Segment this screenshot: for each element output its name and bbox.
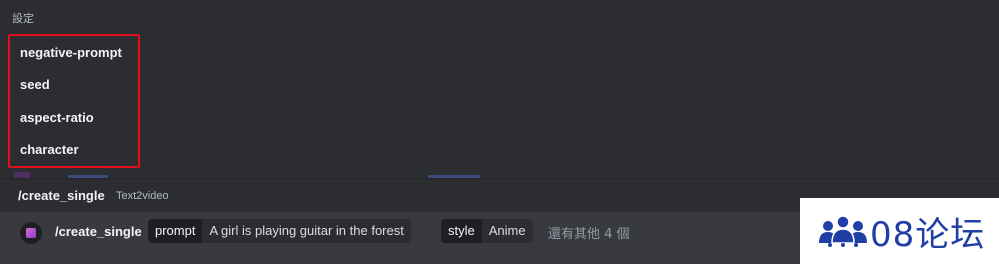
- autocomplete-popup: 設定 negative-prompt seed aspect-ratio cha…: [0, 0, 999, 172]
- section-label: 設定: [12, 12, 34, 25]
- command-text: /create_single: [55, 224, 142, 239]
- command-description: Text2video: [116, 190, 169, 202]
- watermark-logo: 08论坛: [800, 198, 999, 264]
- param-chip-style[interactable]: style Anime: [441, 219, 533, 243]
- option-negative-prompt[interactable]: negative-prompt: [20, 43, 122, 63]
- watermark-text: 08论坛: [870, 214, 986, 255]
- highlighted-options-box: negative-prompt seed aspect-ratio charac…: [8, 34, 140, 168]
- param-value[interactable]: Anime: [481, 219, 533, 243]
- people-group-icon: [819, 215, 867, 247]
- option-aspect-ratio[interactable]: aspect-ratio: [20, 108, 94, 128]
- param-key: style: [441, 219, 482, 243]
- option-character[interactable]: character: [20, 140, 79, 160]
- param-key: prompt: [148, 219, 203, 243]
- bot-icon: [26, 228, 36, 238]
- param-value[interactable]: A girl is playing guitar in the forest: [202, 219, 411, 243]
- command-name: /create_single: [18, 188, 105, 203]
- more-options-text[interactable]: 還有其他 4 個: [548, 223, 630, 242]
- option-seed[interactable]: seed: [20, 75, 50, 95]
- param-chip-prompt[interactable]: prompt A girl is playing guitar in the f…: [148, 219, 411, 243]
- bot-avatar: [20, 222, 42, 244]
